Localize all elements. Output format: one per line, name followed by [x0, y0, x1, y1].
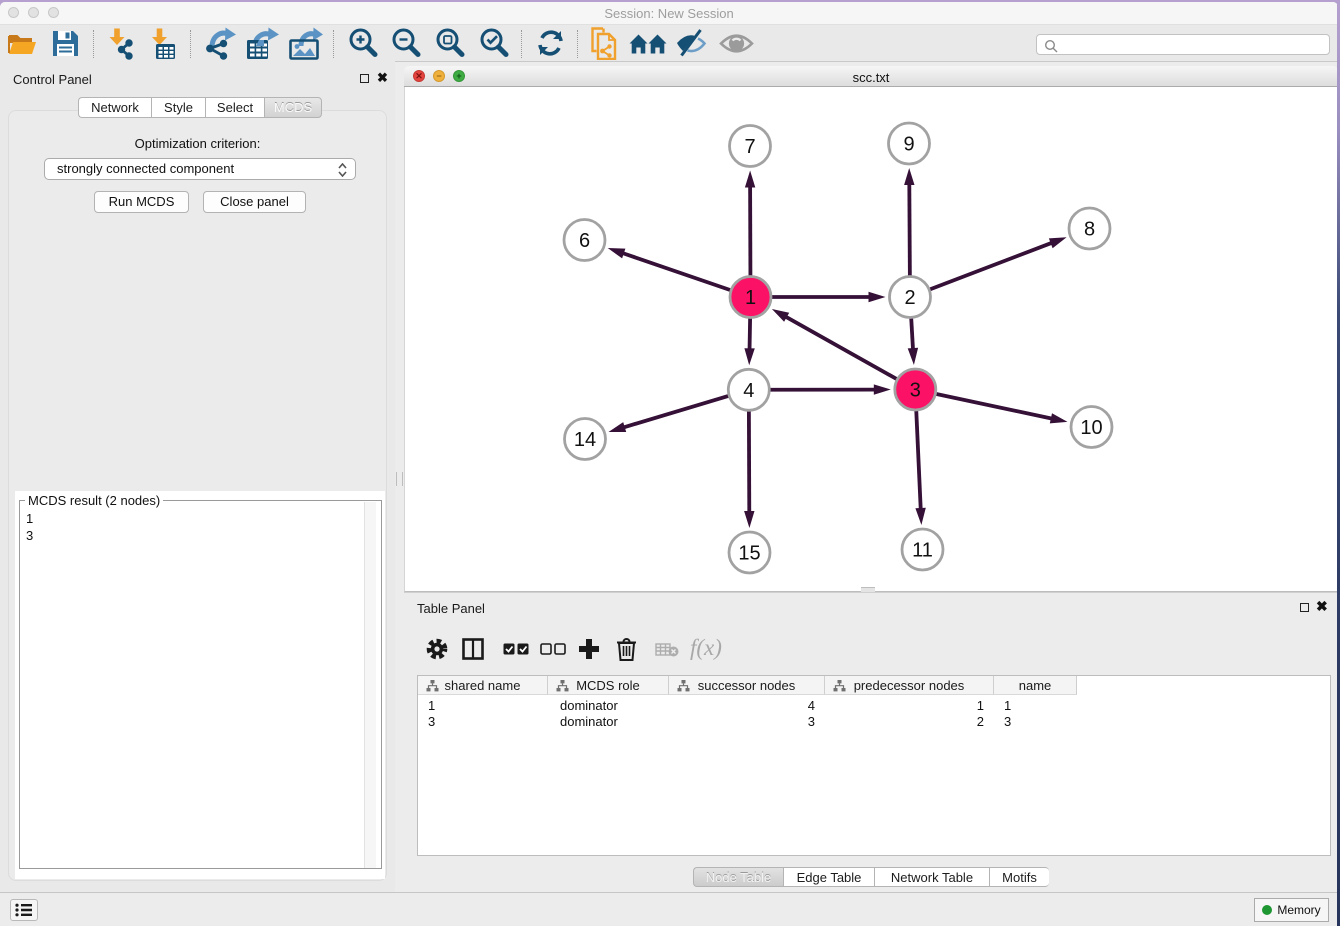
svg-text:14: 14 — [574, 429, 596, 451]
svg-text:7: 7 — [744, 136, 755, 158]
svg-text:9: 9 — [903, 134, 914, 156]
svg-text:4: 4 — [743, 380, 754, 402]
svg-text:2: 2 — [904, 287, 915, 309]
svg-text:11: 11 — [912, 540, 933, 562]
svg-text:3: 3 — [910, 380, 921, 402]
svg-text:6: 6 — [579, 230, 590, 252]
svg-text:15: 15 — [738, 543, 760, 565]
svg-text:8: 8 — [1084, 219, 1095, 241]
svg-text:10: 10 — [1080, 417, 1102, 439]
svg-text:1: 1 — [745, 287, 756, 309]
